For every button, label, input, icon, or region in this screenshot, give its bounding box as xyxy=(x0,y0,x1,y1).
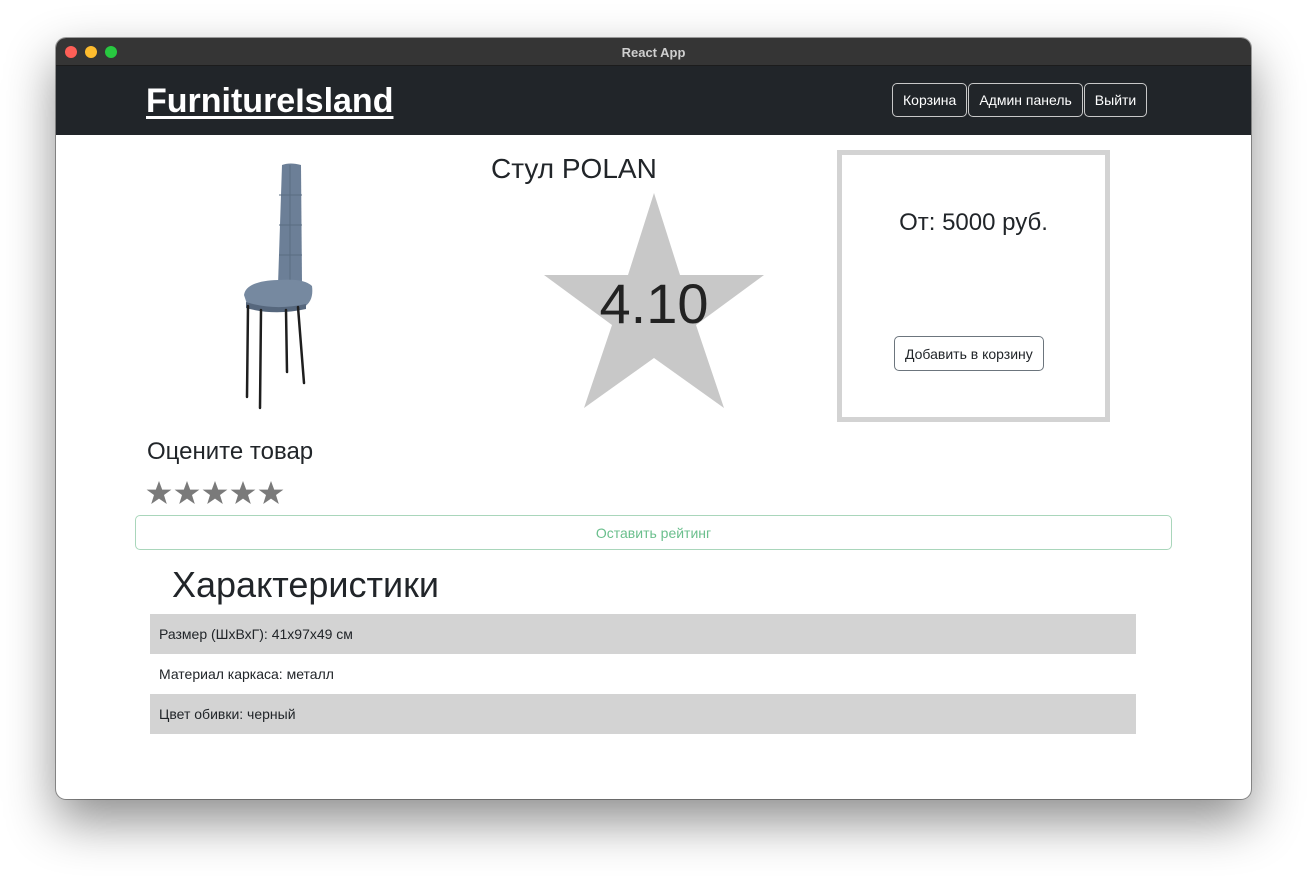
product-page: Стул POLAN 4.10 От: 5000 руб. Добавить в… xyxy=(56,135,1251,799)
specs-list: Размер (ШхВхГ): 41х97х49 см Материал карк… xyxy=(150,614,1136,734)
product-price: От: 5000 руб. xyxy=(899,209,1048,236)
window-title: React App xyxy=(621,45,686,60)
spec-row: Цвет обивки: черный xyxy=(150,694,1136,734)
product-rating-value: 4.10 xyxy=(599,272,709,335)
rate-star-1-icon[interactable] xyxy=(146,480,172,506)
admin-panel-button[interactable]: Админ панель xyxy=(968,83,1083,117)
product-image xyxy=(244,163,313,410)
spec-row: Размер (ШхВхГ): 41х97х49 см xyxy=(150,614,1136,654)
title-bar: React App xyxy=(56,38,1251,66)
app-window: React App FurnitureIsland Корзина Админ … xyxy=(56,38,1251,799)
brand-link[interactable]: FurnitureIsland xyxy=(146,82,393,121)
nav-buttons: Корзина Админ панель Выйти xyxy=(892,83,1148,117)
submit-rating-button[interactable]: Оставить рейтинг xyxy=(135,515,1172,550)
product-title: Стул POLAN xyxy=(491,153,657,184)
add-to-cart-button[interactable]: Добавить в корзину xyxy=(894,336,1044,371)
rate-star-5-icon[interactable] xyxy=(258,480,284,506)
price-card: От: 5000 руб. Добавить в корзину xyxy=(837,150,1110,422)
rate-star-2-icon[interactable] xyxy=(174,480,200,506)
cart-button[interactable]: Корзина xyxy=(892,83,968,117)
specs-heading: Характеристики xyxy=(172,564,439,605)
rate-heading: Оцените товар xyxy=(147,438,314,465)
rate-star-3-icon[interactable] xyxy=(202,480,228,506)
spec-row: Материал каркаса: металл xyxy=(159,666,334,682)
rate-stars xyxy=(146,480,284,506)
rate-star-4-icon[interactable] xyxy=(230,480,256,506)
logout-button[interactable]: Выйти xyxy=(1083,83,1148,117)
navbar: FurnitureIsland Корзина Админ панель Вый… xyxy=(56,66,1251,135)
